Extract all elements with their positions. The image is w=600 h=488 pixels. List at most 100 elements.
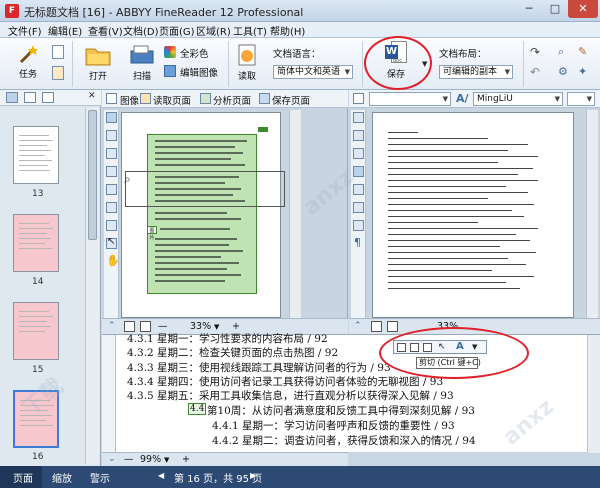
image-scrollbar[interactable]: [289, 110, 301, 318]
analyze-page-button[interactable]: 分析页面: [213, 93, 251, 107]
style-select[interactable]: ▼: [369, 92, 451, 106]
doc-language-select[interactable]: 简体中文和英语 ▼: [273, 65, 353, 79]
text-area-tool-icon[interactable]: [106, 112, 117, 123]
detail-view-icon[interactable]: [24, 92, 36, 103]
expand-icon[interactable]: ⌄: [108, 454, 116, 464]
zoom-window-value[interactable]: 99%: [140, 454, 161, 465]
verify-icon[interactable]: [353, 112, 364, 123]
next-error-icon[interactable]: [353, 130, 364, 141]
image-label: 图像: [120, 96, 140, 107]
recognition-area-tool-icon[interactable]: [106, 202, 117, 213]
edit-image-icon: [164, 65, 176, 77]
menu-help[interactable]: 帮助(H): [270, 23, 305, 38]
redo-icon[interactable]: ↷: [530, 46, 542, 58]
page-thumbnail-13[interactable]: [13, 126, 59, 184]
magnifier-icon: ⌕: [124, 172, 131, 186]
section-number: 4.4: [188, 403, 207, 415]
menu-tools[interactable]: 工具(T): [233, 23, 267, 38]
search-icon[interactable]: ⌕: [558, 46, 570, 58]
font-size-select[interactable]: ▼: [567, 92, 595, 106]
settings-icon[interactable]: ⚙: [558, 66, 570, 78]
tools-icon[interactable]: ✎: [578, 46, 590, 58]
background-area-tool-icon[interactable]: [106, 166, 117, 177]
pointer-tool-icon[interactable]: ↖: [107, 236, 115, 247]
zoom-line: 第10周：从访问者满意度和反馈工具中得到深刻见解 / 93: [207, 405, 475, 417]
status-tab-zoom[interactable]: 缩放: [52, 470, 72, 485]
chevron-down-icon: ▼: [344, 68, 350, 76]
menu-edit[interactable]: 编辑(E): [48, 23, 82, 38]
hand-tool-icon[interactable]: ✋: [106, 254, 120, 267]
checkmark-area-tool-icon[interactable]: [106, 220, 117, 231]
thumbnail-view-icon[interactable]: [6, 92, 18, 103]
zoom-line: 4.3.3 星期三：使用视线跟踪工具理解访问者的行为 / 93: [127, 362, 391, 374]
next-page-icon[interactable]: ▶: [250, 471, 256, 480]
close-button[interactable]: ✕: [568, 0, 598, 18]
maximize-button[interactable]: □: [542, 0, 568, 18]
text-scrollbar[interactable]: [586, 110, 598, 318]
magic-wand-icon: [19, 45, 38, 64]
scanner-icon: [130, 45, 154, 64]
edit-image-button[interactable]: 编辑图像: [180, 65, 218, 79]
full-color-button[interactable]: 全彩色: [180, 46, 209, 60]
minimize-button[interactable]: ─: [516, 0, 542, 18]
zoom-line: 4.4.2 星期二：调查访问者，获得反馈和深入的情况 / 94: [212, 435, 476, 447]
spellcheck-icon[interactable]: [353, 148, 364, 159]
chevron-down-icon[interactable]: ▼: [214, 323, 219, 331]
title-bar: F 无标题文档 [16] - ABBYY FineReader 12 Profe…: [0, 0, 600, 22]
barcode-area-tool-icon[interactable]: [106, 184, 117, 195]
read-button[interactable]: 读取: [233, 43, 261, 82]
task-button[interactable]: 任务: [14, 43, 42, 80]
menu-document[interactable]: 文档(D): [123, 23, 159, 38]
status-tab-warnings[interactable]: 警示: [90, 470, 110, 485]
menu-view[interactable]: 查看(V): [88, 23, 123, 38]
pane-close-icon[interactable]: ✕: [88, 91, 96, 101]
fit-page-icon[interactable]: [371, 321, 382, 332]
zoom-out-button[interactable]: —: [124, 454, 134, 465]
page-thumbnail-15[interactable]: [13, 302, 59, 360]
fit-width-icon[interactable]: [387, 321, 398, 332]
zoom-scrollbar[interactable]: [587, 335, 600, 453]
image-tools-strip: ↖ ✋: [104, 110, 120, 318]
wrench-icon[interactable]: ✦: [578, 66, 590, 78]
text-panel-icon: [353, 93, 364, 104]
scan-label: 扫描: [132, 72, 151, 82]
undo-icon[interactable]: ↶: [530, 66, 542, 78]
paragraph-mark-icon[interactable]: ¶: [354, 236, 361, 249]
table-area-tool-icon[interactable]: [106, 148, 117, 159]
read-doc-icon: [238, 44, 256, 66]
read-page-button[interactable]: 读取页面: [153, 93, 191, 107]
chevron-down-icon: ▼: [586, 95, 592, 103]
doc-language-label: 文档语言：: [273, 49, 321, 60]
thumbnails-scrollbar[interactable]: [85, 108, 99, 464]
save-highlight-ellipse: [364, 36, 432, 90]
zoom-in-button[interactable]: +: [182, 454, 190, 465]
highlight-icon[interactable]: [353, 202, 364, 213]
menu-area[interactable]: 区域(R): [196, 23, 231, 38]
collapse-icon[interactable]: ⌃: [354, 321, 362, 331]
area-handle[interactable]: [258, 127, 268, 132]
chevron-down-icon: ▼: [554, 95, 560, 103]
thumbnail-number: 14: [32, 277, 44, 287]
page-thumbnail-14[interactable]: [13, 214, 59, 272]
menu-file[interactable]: 文件(F): [8, 23, 42, 38]
font-select[interactable]: MingLiU ▼: [473, 92, 563, 106]
prev-page-icon[interactable]: ◀: [158, 471, 164, 480]
open-doc-icon[interactable]: [52, 66, 64, 80]
insert-table-icon[interactable]: [353, 220, 364, 231]
folder-icon: [85, 48, 111, 66]
new-doc-icon[interactable]: [52, 45, 64, 59]
menu-page[interactable]: 页面(G): [159, 23, 195, 38]
save-page-button[interactable]: 保存页面: [272, 93, 310, 107]
open-button[interactable]: 打开: [82, 43, 114, 82]
chevron-down-icon[interactable]: ▼: [164, 456, 169, 464]
pages-pane-toolbar: ✕: [0, 90, 101, 106]
status-tab-pages[interactable]: 页面: [13, 470, 33, 485]
picture-area-tool-icon[interactable]: [106, 130, 117, 141]
scrollbar-thumb[interactable]: [88, 110, 97, 240]
scan-button[interactable]: 扫描: [127, 43, 157, 82]
text-edit-icon[interactable]: [353, 166, 364, 177]
doc-layout-select[interactable]: 可编辑的副本 ▼: [439, 65, 513, 79]
list-view-icon[interactable]: [42, 92, 54, 103]
toolbar-highlight-ellipse: [379, 327, 529, 379]
collapse-icon[interactable]: ⌃: [108, 321, 116, 331]
